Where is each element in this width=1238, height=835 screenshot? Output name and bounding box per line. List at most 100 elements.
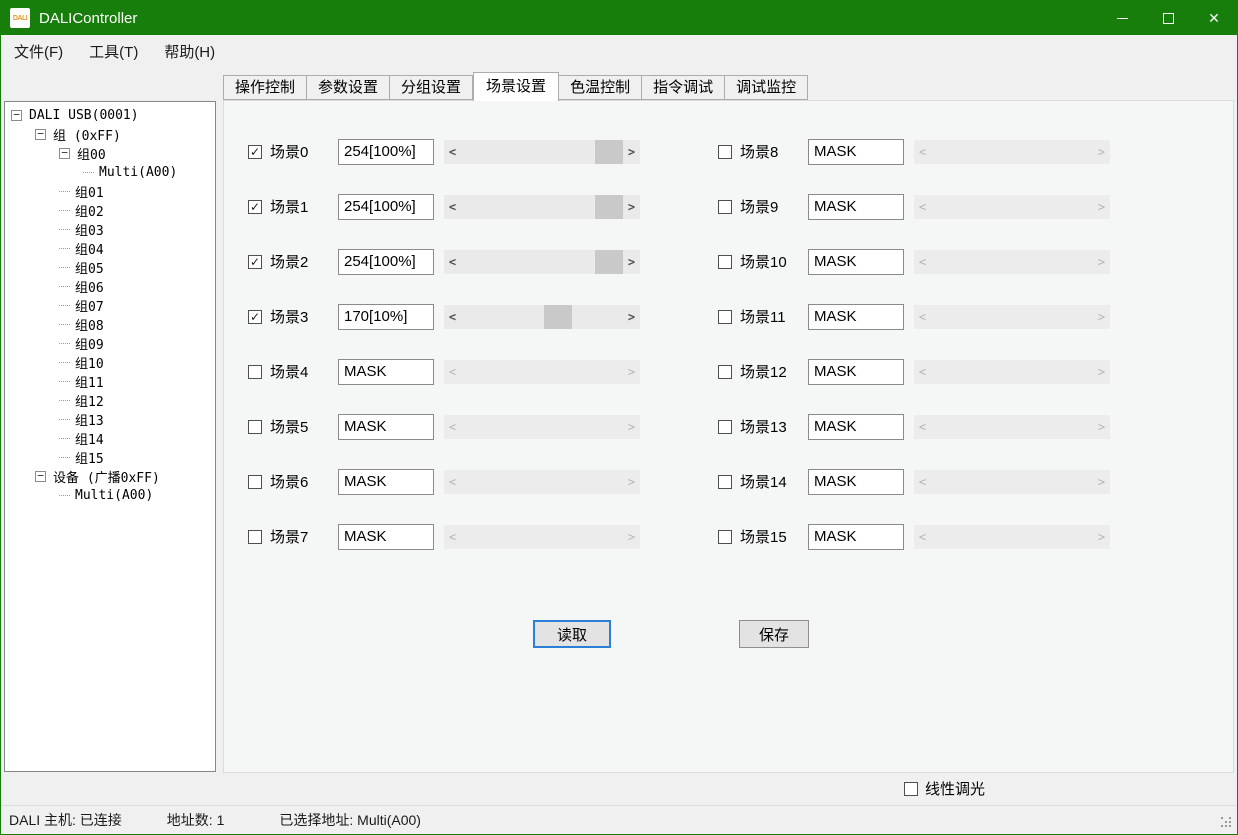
scroll-thumb[interactable] [595, 195, 623, 219]
scroll-left-icon[interactable]: < [914, 470, 931, 494]
scene-level-slider[interactable]: < > [444, 470, 640, 494]
tree-item[interactable]: 组12 [5, 391, 215, 410]
scroll-right-icon[interactable]: > [1093, 140, 1110, 164]
scene-checkbox[interactable] [248, 475, 262, 489]
tab-3[interactable]: 场景设置 [473, 72, 559, 101]
tree-item[interactable]: 组06 [5, 277, 215, 296]
minimize-button[interactable] [1099, 1, 1145, 35]
scene-checkbox[interactable]: ✓ [248, 145, 262, 159]
scene-value-input[interactable] [808, 304, 904, 330]
tree-item[interactable]: 组10 [5, 353, 215, 372]
tree-item[interactable]: 组01 [5, 182, 215, 201]
scene-value-input[interactable] [808, 139, 904, 165]
scroll-right-icon[interactable]: > [1093, 360, 1110, 384]
scene-level-slider[interactable]: < > [914, 470, 1110, 494]
scroll-left-icon[interactable]: < [444, 415, 461, 439]
scroll-left-icon[interactable]: < [444, 305, 461, 329]
scene-value-input[interactable] [338, 249, 434, 275]
tree-expander-icon[interactable]: − [35, 129, 46, 140]
tab-5[interactable]: 指令调试 [642, 75, 725, 100]
maximize-button[interactable] [1145, 1, 1191, 35]
scroll-right-icon[interactable]: > [623, 470, 640, 494]
menu-tools[interactable]: 工具(T) [76, 35, 151, 68]
scene-level-slider[interactable]: < > [444, 305, 640, 329]
scene-value-input[interactable] [808, 359, 904, 385]
tree-item[interactable]: 组11 [5, 372, 215, 391]
menu-file[interactable]: 文件(F) [1, 35, 76, 68]
tree-item[interactable]: 组04 [5, 239, 215, 258]
tree-item[interactable]: −组 (0xFF) [5, 125, 215, 144]
tree-item[interactable]: 组08 [5, 315, 215, 334]
save-button[interactable]: 保存 [739, 620, 809, 648]
tree-item[interactable]: 组13 [5, 410, 215, 429]
scroll-left-icon[interactable]: < [914, 305, 931, 329]
scene-level-slider[interactable]: < > [914, 250, 1110, 274]
tab-1[interactable]: 参数设置 [307, 75, 390, 100]
scene-level-slider[interactable]: < > [914, 360, 1110, 384]
scene-checkbox[interactable] [718, 475, 732, 489]
scene-level-slider[interactable]: < > [444, 195, 640, 219]
tree-item[interactable]: −设备 (广播0xFF) [5, 467, 215, 486]
tree-item[interactable]: −组00 [5, 144, 215, 163]
scene-value-input[interactable] [338, 139, 434, 165]
tab-6[interactable]: 调试监控 [725, 75, 808, 100]
scene-value-input[interactable] [808, 469, 904, 495]
scroll-right-icon[interactable]: > [623, 415, 640, 439]
close-button[interactable]: ✕ [1191, 1, 1237, 35]
scroll-right-icon[interactable]: > [623, 360, 640, 384]
resize-grip-icon[interactable] [1221, 817, 1233, 829]
scene-level-slider[interactable]: < > [914, 415, 1110, 439]
scene-checkbox[interactable] [248, 420, 262, 434]
scroll-right-icon[interactable]: > [1093, 305, 1110, 329]
tree-item[interactable]: 组07 [5, 296, 215, 315]
tab-2[interactable]: 分组设置 [390, 75, 473, 100]
scene-checkbox[interactable] [718, 420, 732, 434]
scroll-right-icon[interactable]: > [1093, 250, 1110, 274]
scene-value-input[interactable] [808, 414, 904, 440]
scene-value-input[interactable] [338, 359, 434, 385]
tree-item[interactable]: Multi(A00) [5, 163, 215, 182]
scene-level-slider[interactable]: < > [914, 195, 1110, 219]
scroll-right-icon[interactable]: > [623, 140, 640, 164]
scene-level-slider[interactable]: < > [444, 250, 640, 274]
scroll-right-icon[interactable]: > [623, 525, 640, 549]
tree-expander-icon[interactable]: − [11, 110, 22, 121]
scene-checkbox[interactable]: ✓ [248, 255, 262, 269]
scene-checkbox[interactable] [718, 145, 732, 159]
scroll-left-icon[interactable]: < [444, 525, 461, 549]
scene-level-slider[interactable]: < > [444, 525, 640, 549]
scene-value-input[interactable] [808, 524, 904, 550]
scroll-left-icon[interactable]: < [444, 470, 461, 494]
tree-item[interactable]: 组14 [5, 429, 215, 448]
tree-item[interactable]: −DALI USB(0001) [5, 106, 215, 125]
scene-checkbox[interactable] [718, 200, 732, 214]
scroll-right-icon[interactable]: > [623, 305, 640, 329]
scene-value-input[interactable] [808, 194, 904, 220]
scene-level-slider[interactable]: < > [914, 525, 1110, 549]
scroll-thumb[interactable] [595, 250, 623, 274]
tree-item[interactable]: 组02 [5, 201, 215, 220]
scene-checkbox[interactable] [718, 365, 732, 379]
menu-help[interactable]: 帮助(H) [151, 35, 228, 68]
scene-checkbox[interactable] [718, 530, 732, 544]
scene-checkbox[interactable] [248, 365, 262, 379]
scroll-right-icon[interactable]: > [623, 195, 640, 219]
tab-0[interactable]: 操作控制 [223, 75, 307, 100]
scroll-left-icon[interactable]: < [914, 140, 931, 164]
scene-level-slider[interactable]: < > [914, 305, 1110, 329]
tree-expander-icon[interactable]: − [35, 471, 46, 482]
scene-checkbox[interactable]: ✓ [248, 310, 262, 324]
scroll-left-icon[interactable]: < [914, 195, 931, 219]
scene-level-slider[interactable]: < > [444, 360, 640, 384]
scene-checkbox[interactable] [718, 310, 732, 324]
tree-item[interactable]: 组09 [5, 334, 215, 353]
read-button[interactable]: 读取 [533, 620, 611, 648]
scroll-right-icon[interactable]: > [1093, 195, 1110, 219]
scroll-left-icon[interactable]: < [914, 360, 931, 384]
scroll-thumb[interactable] [544, 305, 572, 329]
scene-value-input[interactable] [808, 249, 904, 275]
scroll-left-icon[interactable]: < [914, 250, 931, 274]
scroll-right-icon[interactable]: > [1093, 415, 1110, 439]
tab-4[interactable]: 色温控制 [559, 75, 642, 100]
scroll-left-icon[interactable]: < [444, 250, 461, 274]
